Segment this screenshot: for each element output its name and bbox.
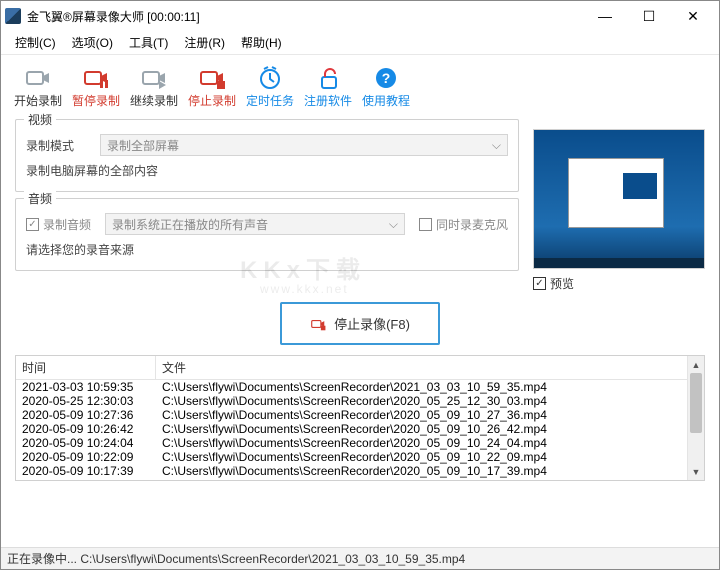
table-row[interactable]: 2020-05-09 10:27:36C:\Users\flywi\Docume… — [16, 408, 687, 422]
record-mode-value: 录制全部屏幕 — [107, 137, 179, 154]
start-record-button[interactable]: 开始录制 — [11, 62, 65, 113]
audio-legend: 音频 — [24, 190, 56, 207]
cell-file: C:\Users\flywi\Documents\ScreenRecorder\… — [156, 394, 687, 408]
audio-hint: 请选择您的录音来源 — [26, 241, 508, 258]
cell-file: C:\Users\flywi\Documents\ScreenRecorder\… — [156, 408, 687, 422]
stop-record-main-button[interactable]: 停止录像(F8) — [280, 302, 440, 345]
cell-time: 2020-05-09 10:27:36 — [16, 408, 156, 422]
stop-record-button[interactable]: 停止录制 — [185, 62, 239, 113]
cell-time: 2020-05-09 10:22:09 — [16, 450, 156, 464]
audio-source-value: 录制系统正在播放的所有声音 — [112, 216, 268, 233]
menu-tools[interactable]: 工具(T) — [121, 32, 176, 53]
table-row[interactable]: 2020-05-25 12:30:03C:\Users\flywi\Docume… — [16, 394, 687, 408]
menu-control[interactable]: 控制(C) — [7, 32, 64, 53]
content-area: 视频 录制模式 录制全部屏幕 ⌵ 录制电脑屏幕的全部内容 音频 ✓ — [1, 119, 719, 547]
toolbar: 开始录制 暂停录制 继续录制 停止录制 定时任务 注册软件 ? 使用教程 — [1, 55, 719, 119]
col-time[interactable]: 时间 — [16, 356, 156, 379]
camera-icon — [24, 66, 52, 90]
scrollbar[interactable]: ▲ ▼ — [687, 356, 704, 480]
cell-file: C:\Users\flywi\Documents\ScreenRecorder\… — [156, 464, 687, 478]
help-icon: ? — [372, 66, 400, 90]
record-audio-label: 录制音频 — [43, 216, 91, 233]
unlock-icon — [314, 66, 342, 90]
start-record-label: 开始录制 — [14, 92, 62, 109]
resume-record-button[interactable]: 继续录制 — [127, 62, 181, 113]
camera-pause-icon — [82, 66, 110, 90]
cell-time: 2020-05-09 10:24:04 — [16, 436, 156, 450]
tutorial-button[interactable]: ? 使用教程 — [359, 62, 413, 113]
video-fieldset: 视频 录制模式 录制全部屏幕 ⌵ 录制电脑屏幕的全部内容 — [15, 119, 519, 192]
menubar: 控制(C) 选项(O) 工具(T) 注册(R) 帮助(H) — [1, 31, 719, 55]
cell-time: 2020-05-09 10:16:38 — [16, 478, 156, 480]
timer-task-button[interactable]: 定时任务 — [243, 62, 297, 113]
checkbox-icon: ✓ — [26, 218, 39, 231]
pause-record-button[interactable]: 暂停录制 — [69, 62, 123, 113]
cell-time: 2020-05-09 10:17:39 — [16, 464, 156, 478]
chevron-down-icon: ⌵ — [389, 217, 398, 232]
svg-text:?: ? — [382, 70, 391, 86]
preview-checkbox[interactable]: ✓ 预览 — [533, 275, 705, 292]
record-mode-select[interactable]: 录制全部屏幕 ⌵ — [100, 134, 508, 156]
preview-window-thumb — [568, 158, 664, 228]
camera-stop-icon — [198, 66, 226, 90]
cell-file: C:\Users\flywi\Documents\ScreenRecorder\… — [156, 422, 687, 436]
maximize-button[interactable]: ☐ — [627, 2, 671, 30]
menu-help[interactable]: 帮助(H) — [233, 32, 290, 53]
camera-stop-icon — [310, 317, 326, 331]
stop-record-label: 停止录制 — [188, 92, 236, 109]
col-file[interactable]: 文件 — [156, 356, 687, 379]
table-row[interactable]: 2021-03-03 10:59:35C:\Users\flywi\Docume… — [16, 380, 687, 394]
chevron-down-icon: ⌵ — [492, 138, 501, 153]
record-mic-label: 同时录麦克风 — [436, 216, 508, 233]
register-button[interactable]: 注册软件 — [301, 62, 355, 113]
record-mode-label: 录制模式 — [26, 137, 86, 154]
camera-play-icon — [140, 66, 168, 90]
tutorial-label: 使用教程 — [362, 92, 410, 109]
stop-record-main-label: 停止录像(F8) — [334, 314, 410, 333]
preview-taskbar — [534, 258, 704, 268]
video-legend: 视频 — [24, 111, 56, 128]
close-button[interactable]: ✕ — [671, 2, 715, 30]
app-window: 金飞翼®屏幕录像大师 [00:00:11] — ☐ ✕ 控制(C) 选项(O) … — [0, 0, 720, 570]
video-desc: 录制电脑屏幕的全部内容 — [26, 162, 508, 179]
timer-task-label: 定时任务 — [246, 92, 294, 109]
minimize-button[interactable]: — — [583, 2, 627, 30]
table-row[interactable]: 2020-05-09 10:24:04C:\Users\flywi\Docume… — [16, 436, 687, 450]
cell-file: C:\Users\flywi\Documents\ScreenRecorder\… — [156, 478, 687, 480]
scroll-up-icon[interactable]: ▲ — [688, 356, 704, 373]
menu-options[interactable]: 选项(O) — [64, 32, 121, 53]
recordings-table: 时间 文件 2021-03-03 10:59:35C:\Users\flywi\… — [15, 355, 705, 481]
pause-record-label: 暂停录制 — [72, 92, 120, 109]
table-row[interactable]: 2020-05-09 10:26:42C:\Users\flywi\Docume… — [16, 422, 687, 436]
clock-icon — [256, 66, 284, 90]
cell-file: C:\Users\flywi\Documents\ScreenRecorder\… — [156, 450, 687, 464]
audio-source-select[interactable]: 录制系统正在播放的所有声音 ⌵ — [105, 213, 405, 235]
status-bar: 正在录像中... C:\Users\flywi\Documents\Screen… — [1, 547, 719, 569]
preview-panel — [533, 129, 705, 269]
audio-fieldset: 音频 ✓ 录制音频 录制系统正在播放的所有声音 ⌵ 同时录麦克风 — [15, 198, 519, 271]
table-header: 时间 文件 — [16, 356, 687, 380]
preview-label: 预览 — [550, 275, 574, 292]
table-row[interactable]: 2020-05-09 10:17:39C:\Users\flywi\Docume… — [16, 464, 687, 478]
record-audio-checkbox[interactable]: ✓ 录制音频 — [26, 216, 91, 233]
checkbox-icon: ✓ — [533, 277, 546, 290]
record-mic-checkbox[interactable]: 同时录麦克风 — [419, 216, 508, 233]
cell-file: C:\Users\flywi\Documents\ScreenRecorder\… — [156, 380, 687, 394]
cell-time: 2021-03-03 10:59:35 — [16, 380, 156, 394]
resume-record-label: 继续录制 — [130, 92, 178, 109]
register-label: 注册软件 — [304, 92, 352, 109]
app-icon — [5, 8, 21, 24]
checkbox-icon — [419, 218, 432, 231]
menu-register[interactable]: 注册(R) — [176, 32, 233, 53]
cell-time: 2020-05-25 12:30:03 — [16, 394, 156, 408]
table-row[interactable]: 2020-05-09 10:16:38C:\Users\flywi\Docume… — [16, 478, 687, 480]
cell-file: C:\Users\flywi\Documents\ScreenRecorder\… — [156, 436, 687, 450]
window-title: 金飞翼®屏幕录像大师 [00:00:11] — [27, 8, 200, 25]
titlebar[interactable]: 金飞翼®屏幕录像大师 [00:00:11] — ☐ ✕ — [1, 1, 719, 31]
scroll-down-icon[interactable]: ▼ — [688, 463, 704, 480]
scroll-thumb[interactable] — [690, 373, 702, 433]
cell-time: 2020-05-09 10:26:42 — [16, 422, 156, 436]
table-row[interactable]: 2020-05-09 10:22:09C:\Users\flywi\Docume… — [16, 450, 687, 464]
